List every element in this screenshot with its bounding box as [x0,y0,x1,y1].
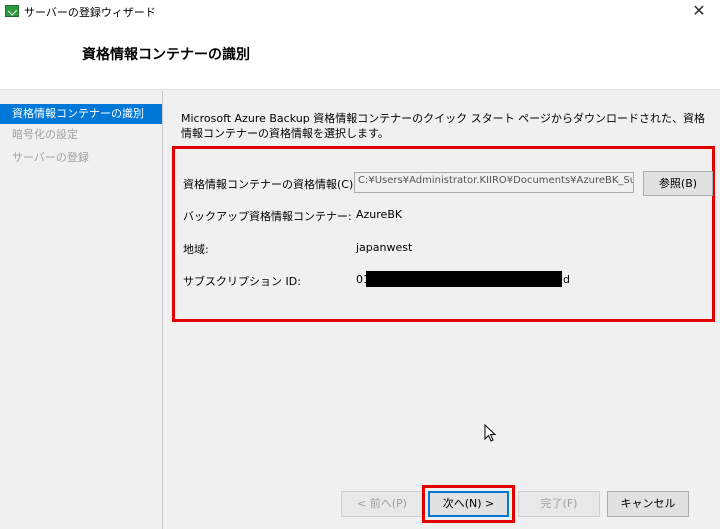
vault-value: AzureBK [356,208,403,221]
sidebar-item-identify-vault[interactable]: 資格情報コンテナーの識別 [0,104,162,124]
close-icon[interactable]: ✕ [690,2,708,20]
subscription-label: サブスクリプション ID: [183,275,301,288]
title-bar: サーバーの登録ウィザード ✕ [0,0,720,24]
next-button[interactable]: 次へ(N) > [428,491,509,517]
page-title: 資格情報コンテナーの識別 [82,47,250,63]
mouse-cursor-icon [484,424,496,442]
subscription-id-suffix: d [563,273,570,286]
main-panel: Microsoft Azure Backup 資格情報コンテナーのクイック スタ… [164,91,720,529]
back-button[interactable]: < 前へ(P) [341,491,423,517]
browse-button[interactable]: 参照(B) [643,171,713,196]
redaction-bar [366,271,562,287]
finish-button[interactable]: 完了(F) [518,491,600,517]
window-title: サーバーの登録ウィザード [24,6,156,19]
credentials-label: 資格情報コンテナーの資格情報(C): [183,178,357,191]
region-value: japanwest [356,241,413,254]
app-icon [5,5,19,17]
wizard-header: 資格情報コンテナーの識別 [0,24,720,90]
region-label: 地域: [183,243,209,256]
sidebar-item-encryption-settings: 暗号化の設定 [12,128,78,141]
cancel-button[interactable]: キャンセル [607,491,689,517]
sidebar-item-server-registration: サーバーの登録 [12,151,89,164]
vault-label: バックアップ資格情報コンテナー: [183,210,352,223]
description-text: Microsoft Azure Backup 資格情報コンテナーのクイック スタ… [181,112,705,140]
wizard-window: サーバーの登録ウィザード ✕ 資格情報コンテナーの識別 資格情報コンテナーの識別… [0,0,720,529]
wizard-steps-sidebar: 資格情報コンテナーの識別 暗号化の設定 サーバーの登録 [0,91,163,529]
credentials-path-field[interactable]: C:¥Users¥Administrator.KIIRO¥Documents¥A… [354,172,634,193]
